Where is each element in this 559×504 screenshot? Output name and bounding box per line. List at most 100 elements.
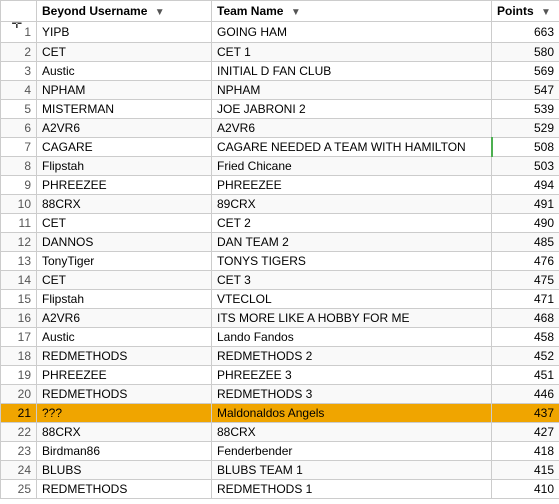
rank-cell: 6 — [1, 119, 37, 138]
team-cell: A2VR6 — [212, 119, 492, 138]
username-cell: YIPB — [37, 22, 212, 43]
points-cell: 503 — [492, 157, 559, 176]
points-cell: 494 — [492, 176, 559, 195]
rank-cell: 12 — [1, 233, 37, 252]
team-cell: CET 2 — [212, 214, 492, 233]
points-cell: 539 — [492, 100, 559, 119]
username-sort-icon[interactable]: ▼ — [155, 7, 165, 18]
rank-cell: 19 — [1, 366, 37, 385]
rank-cell: 22 — [1, 423, 37, 442]
points-cell: 475 — [492, 271, 559, 290]
username-column-header[interactable]: Beyond Username ▼ — [37, 1, 212, 22]
points-cell: 437 — [492, 404, 559, 423]
points-cell: 476 — [492, 252, 559, 271]
rank-cell: 7 — [1, 138, 37, 157]
team-cell: PHREEZEE 3 — [212, 366, 492, 385]
rank-cell: 21 — [1, 404, 37, 423]
team-cell: VTECLOL — [212, 290, 492, 309]
username-cell: PHREEZEE — [37, 366, 212, 385]
username-cell: Birdman86 — [37, 442, 212, 461]
team-cell: TONYS TIGERS — [212, 252, 492, 271]
username-cell: TonyTiger — [37, 252, 212, 271]
team-cell: REDMETHODS 3 — [212, 385, 492, 404]
points-cell: 415 — [492, 461, 559, 480]
rank-cell: 9 — [1, 176, 37, 195]
points-cell: 485 — [492, 233, 559, 252]
points-cell: 490 — [492, 214, 559, 233]
team-cell: GOING HAM — [212, 22, 492, 43]
rank-cell: 15 — [1, 290, 37, 309]
points-cell: 663 — [492, 22, 559, 43]
username-cell: A2VR6 — [37, 309, 212, 328]
team-cell: REDMETHODS 2 — [212, 347, 492, 366]
points-cell: 458 — [492, 328, 559, 347]
rank-cell: 3 — [1, 62, 37, 81]
rank-cell: 24 — [1, 461, 37, 480]
username-cell: CET — [37, 43, 212, 62]
move-cursor-icon[interactable]: ✛ — [11, 22, 22, 33]
username-cell: Flipstah — [37, 157, 212, 176]
team-cell: DAN TEAM 2 — [212, 233, 492, 252]
team-cell: NPHAM — [212, 81, 492, 100]
username-cell: CET — [37, 214, 212, 233]
username-cell: REDMETHODS — [37, 385, 212, 404]
team-cell: 89CRX — [212, 195, 492, 214]
team-cell: INITIAL D FAN CLUB — [212, 62, 492, 81]
team-cell: PHREEZEE — [212, 176, 492, 195]
points-cell: 446 — [492, 385, 559, 404]
rank-cell: 20 — [1, 385, 37, 404]
team-cell: REDMETHODS 1 — [212, 480, 492, 499]
username-cell: Flipstah — [37, 290, 212, 309]
rank-cell: 25 — [1, 480, 37, 499]
team-cell: 88CRX — [212, 423, 492, 442]
points-cell: 451 — [492, 366, 559, 385]
rank-cell: 18 — [1, 347, 37, 366]
team-cell: ITS MORE LIKE A HOBBY FOR ME — [212, 309, 492, 328]
team-cell: CAGARE NEEDED A TEAM WITH HAMILTON — [212, 138, 492, 157]
team-cell: CET 1 — [212, 43, 492, 62]
username-cell: CET — [37, 271, 212, 290]
points-cell: 508 — [492, 138, 559, 157]
username-cell: 88CRX — [37, 195, 212, 214]
points-column-header[interactable]: Points ▼ — [492, 1, 559, 22]
points-cell: 452 — [492, 347, 559, 366]
team-sort-icon[interactable]: ▼ — [291, 7, 301, 18]
rank-cell: 8 — [1, 157, 37, 176]
rank-cell: 23 — [1, 442, 37, 461]
team-cell: CET 3 — [212, 271, 492, 290]
username-cell: PHREEZEE — [37, 176, 212, 195]
username-cell: 88CRX — [37, 423, 212, 442]
team-cell: JOE JABRONI 2 — [212, 100, 492, 119]
team-cell: Lando Fandos — [212, 328, 492, 347]
points-cell: 468 — [492, 309, 559, 328]
rank-cell: ✛1 — [1, 22, 37, 43]
leaderboard-table: Beyond Username ▼ Team Name ▼ Points ▼ ✛… — [0, 0, 559, 499]
team-cell: BLUBS TEAM 1 — [212, 461, 492, 480]
username-cell: Austic — [37, 328, 212, 347]
team-cell: Fried Chicane — [212, 157, 492, 176]
rank-cell: 2 — [1, 43, 37, 62]
username-cell: Austic — [37, 62, 212, 81]
points-cell: 491 — [492, 195, 559, 214]
rank-cell: 10 — [1, 195, 37, 214]
rank-column-header — [1, 1, 37, 22]
rank-cell: 5 — [1, 100, 37, 119]
points-cell: 418 — [492, 442, 559, 461]
team-column-header[interactable]: Team Name ▼ — [212, 1, 492, 22]
username-cell: A2VR6 — [37, 119, 212, 138]
team-cell: Maldonaldos Angels — [212, 404, 492, 423]
points-cell: 410 — [492, 480, 559, 499]
username-cell: DANNOS — [37, 233, 212, 252]
username-cell: BLUBS — [37, 461, 212, 480]
rank-cell: 14 — [1, 271, 37, 290]
rank-cell: 17 — [1, 328, 37, 347]
rank-number: 1 — [24, 25, 31, 39]
username-cell: NPHAM — [37, 81, 212, 100]
points-sort-icon[interactable]: ▼ — [541, 7, 551, 18]
username-cell: CAGARE — [37, 138, 212, 157]
username-cell: ??? — [37, 404, 212, 423]
points-cell: 427 — [492, 423, 559, 442]
team-cell: Fenderbender — [212, 442, 492, 461]
rank-cell: 11 — [1, 214, 37, 233]
username-cell: REDMETHODS — [37, 480, 212, 499]
